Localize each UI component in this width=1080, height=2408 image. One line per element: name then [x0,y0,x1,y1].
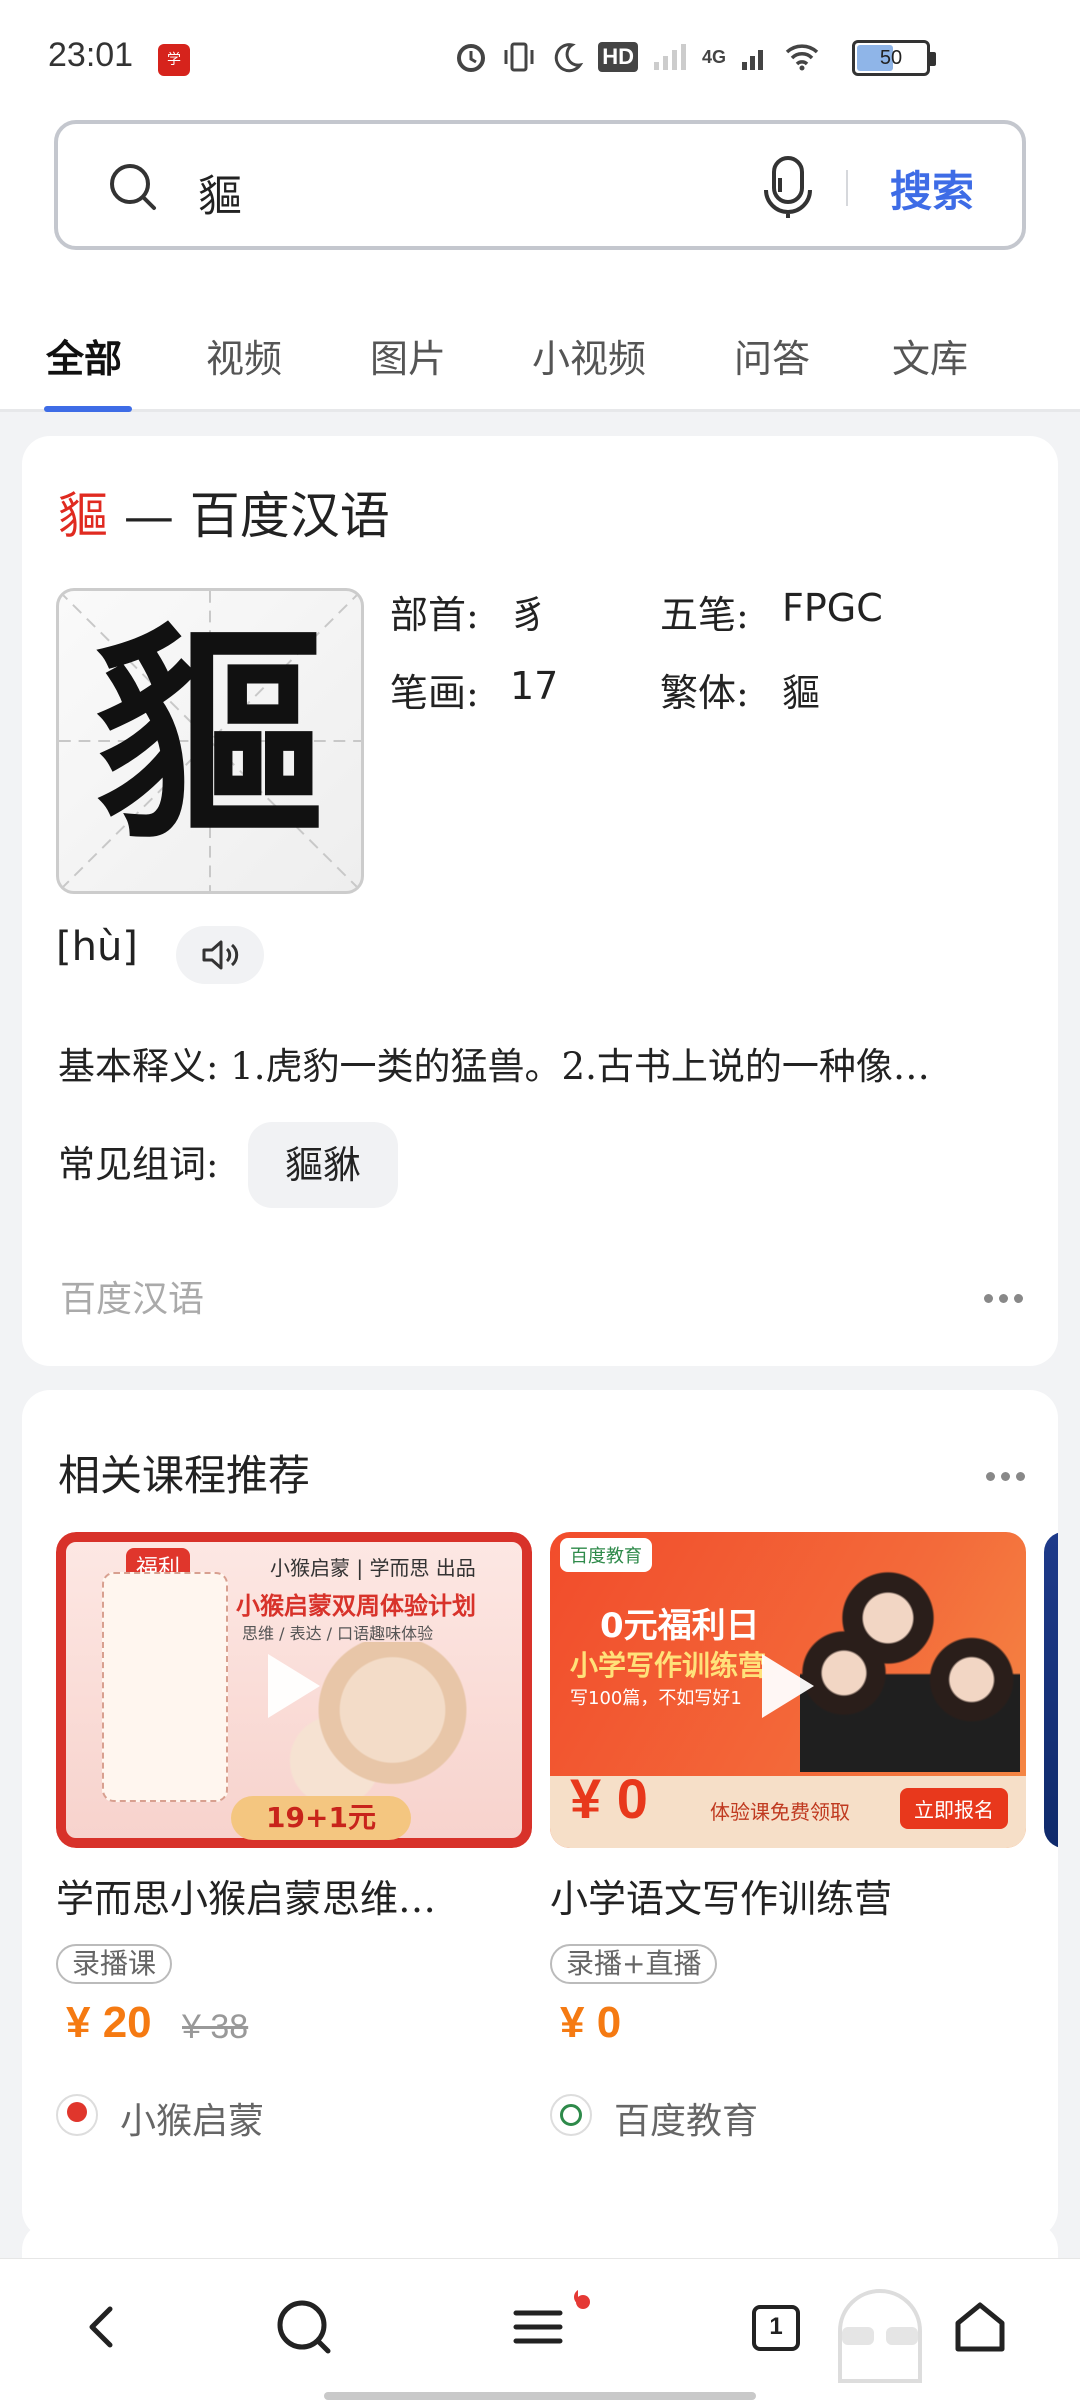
course-thumb-brand: 小猴启蒙 | 学而思 出品 [270,1556,476,1580]
battery-icon: 50 [852,40,936,76]
traditional-label: 繁体: [660,671,749,715]
search-icon[interactable] [264,2287,344,2367]
app-notification-icon: 学 [158,44,190,76]
pinyin: [hù] [56,924,138,970]
tab-qa[interactable]: 问答 [734,328,810,383]
alarm-icon [457,44,486,72]
network-type-icon: 4G [701,46,726,67]
play-icon [268,1654,320,1718]
course-tag: 录播课 [56,1944,173,1984]
course-thumb-people [800,1552,1020,1772]
status-bar: 23:01 学 HD 4G 50 [0,0,1080,110]
course-thumb-price: 19+1元 [231,1796,411,1840]
play-icon [762,1654,814,1718]
tab-all[interactable]: 全部 [46,328,122,383]
pronounce-button[interactable] [176,926,264,984]
home-icon[interactable] [940,2287,1020,2367]
traditional-value: 貙 [782,671,821,715]
course-name[interactable]: 小学语文写作训练营 [550,1868,892,1923]
more-icon[interactable] [986,1472,1026,1484]
tab-images[interactable]: 图片 [370,328,446,383]
tab-video[interactable]: 视频 [206,328,282,383]
course-thumb-headline: 0元福利日 [600,1606,760,1646]
hd-icon: HD [598,42,638,72]
character-glyph: 貙 [94,602,325,872]
tabs-button[interactable]: 1 [752,2305,800,2351]
speaker-icon [202,940,239,970]
active-tab-indicator [44,406,132,412]
radical-value: 豸 [510,593,549,637]
wubi-label: 五笔: [660,593,749,637]
dictionary-title[interactable]: 貙 — 百度汉语 [58,476,390,548]
course-thumb-sub: 小学写作训练营 [570,1649,767,1682]
tab-library[interactable]: 文库 [892,328,968,383]
signal-weak-icon [653,44,686,70]
provider-name[interactable]: 小猴启蒙 [120,2092,264,2144]
definition[interactable]: 基本释义: 1.虎豹一类的猛兽。2.古书上说的一种像… [58,1036,1028,1090]
course-item[interactable]: 百度教育 0元福利日 小学写作训练营 写100篇，不如写好1 ¥ 0 体验课免费… [550,1532,1026,2142]
course-item-peek[interactable] [1044,1532,1058,1848]
strokes-label: 笔画: [390,671,479,715]
search-divider [846,170,848,206]
course-name[interactable]: 学而思小猴启蒙思维… [56,1868,436,1923]
course-thumb-zero: ¥ 0 [570,1767,648,1830]
courses-card: 相关课程推荐 福利 小猴启蒙 | 学而思 出品 小猴启蒙双周体验计划 思维 / … [22,1390,1058,2238]
course-price: ¥ 0 [560,1998,622,2047]
provider-logo[interactable] [550,2094,592,2136]
course-thumb-brand: 百度教育 [560,1538,652,1572]
search-icon [110,164,156,210]
provider-logo[interactable] [56,2094,98,2136]
moon-icon [554,43,584,73]
course-original-price: ¥ 38 [182,2008,249,2046]
course-price: ¥ 20 [66,1998,152,2047]
vibrate-icon [504,42,534,72]
battery-text: 50 [879,47,903,69]
search-header: 貙 搜索 [0,110,1080,286]
home-indicator[interactable] [324,2392,756,2400]
section-title: 相关课程推荐 [58,1451,311,1500]
course-tag: 录播+直播 [550,1944,718,1984]
wubi-value: FPGC [782,586,883,630]
course-thumb-cta: 立即报名 [900,1788,1008,1829]
character-image[interactable]: 貙 [56,588,364,894]
course-thumb-headline: 小猴启蒙双周体验计划 [236,1592,476,1620]
menu-icon[interactable] [498,2287,578,2367]
dictionary-title-char: 貙 [58,487,108,545]
status-icons: HD 4G [454,40,820,74]
tab-short-video[interactable]: 小视频 [532,328,646,383]
more-icon[interactable] [984,1294,1024,1306]
dictionary-card[interactable]: 貙 — 百度汉语 貙 部首: 豸 五笔: FPGC 笔画: 17 繁体: 貙 [… [22,436,1058,1366]
microphone-icon[interactable] [758,154,818,220]
notification-dot [576,2295,590,2309]
course-thumb-sub: 思维 / 表达 / 口语趣味体验 [242,1624,434,1643]
course-thumbnail[interactable]: 福利 小猴启蒙 | 学而思 出品 小猴启蒙双周体验计划 思维 / 表达 / 口语… [56,1532,532,1848]
course-item[interactable]: 福利 小猴启蒙 | 学而思 出品 小猴启蒙双周体验计划 思维 / 表达 / 口语… [56,1532,532,2142]
search-input[interactable]: 貙 [198,160,242,224]
words-label: 常见组词: [58,1143,219,1186]
provider-name[interactable]: 百度教育 [614,2092,758,2144]
mascot-icon [838,2289,922,2383]
source-label[interactable]: 百度汉语 [60,1270,204,1322]
strokes-value: 17 [510,664,559,708]
search-button[interactable]: 搜索 [890,158,974,219]
search-box[interactable]: 貙 搜索 [54,120,1026,250]
word-chip[interactable]: 貙貅 [248,1122,398,1208]
back-icon[interactable] [62,2287,142,2367]
course-thumb-gifts [102,1572,228,1802]
wifi-icon [785,44,819,71]
course-thumb-sub2: 写100篇，不如写好1 [570,1688,742,1709]
tab-count: 1 [769,2313,783,2340]
bottom-navigation: 1 [0,2258,1080,2408]
status-time: 23:01 [48,36,134,74]
course-thumb-free: 体验课免费领取 [710,1800,850,1824]
signal-icon [742,50,763,70]
radical-label: 部首: [390,593,479,637]
course-thumbnail[interactable]: 百度教育 0元福利日 小学写作训练营 写100篇，不如写好1 ¥ 0 体验课免费… [550,1532,1026,1848]
dictionary-title-source: — 百度汉语 [108,487,390,545]
search-tabs: 全部 视频 图片 小视频 问答 文库 [0,286,1080,412]
